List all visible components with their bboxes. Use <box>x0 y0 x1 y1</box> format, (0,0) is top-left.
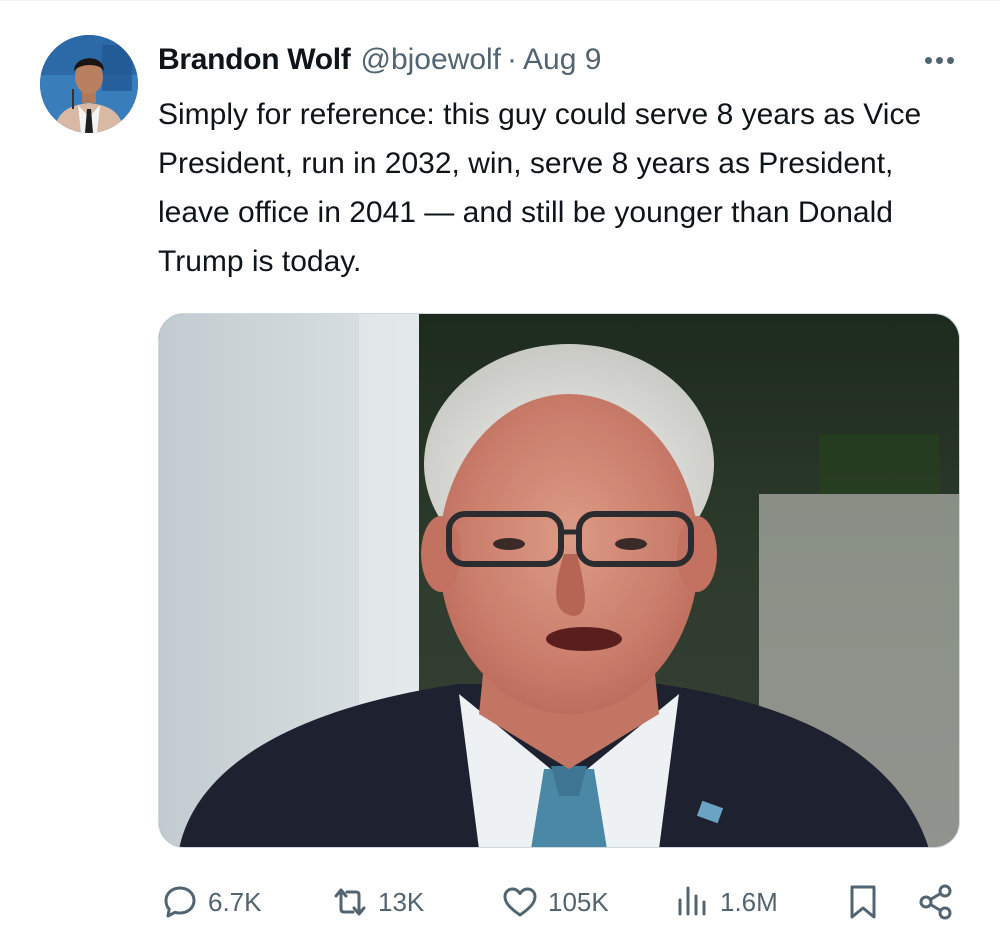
tweet-date[interactable]: Aug 9 <box>523 43 601 77</box>
more-icon[interactable] <box>916 44 962 76</box>
heart-icon <box>503 887 537 917</box>
repost-count: 13K <box>378 886 425 917</box>
more-dot <box>946 56 954 64</box>
like-count: 105K <box>548 886 609 917</box>
more-dot <box>935 56 943 64</box>
bookmark-icon <box>850 885 876 919</box>
reply-count: 6.7K <box>208 886 262 917</box>
share-icon <box>919 884 952 920</box>
reply-bubble-icon <box>164 886 196 918</box>
reply-button[interactable]: 6.7K <box>160 872 262 932</box>
more-dot <box>924 56 932 64</box>
avatar-photo <box>40 35 138 133</box>
bar-chart-icon <box>678 886 706 916</box>
tweet-text: Simply for reference: this guy could ser… <box>158 98 922 278</box>
tweet-header: Brandon Wolf @bjoewolf · Aug 9 <box>158 40 601 80</box>
share-button[interactable] <box>916 872 956 932</box>
like-button[interactable]: 105K <box>500 872 609 932</box>
tweet-actions: 6.7K 13K 105K 1.6M <box>0 872 1000 932</box>
bookmark-button[interactable] <box>843 872 883 932</box>
author-handle[interactable]: @bjoewolf <box>360 43 501 77</box>
author-avatar[interactable] <box>40 35 138 133</box>
separator-dot: · <box>507 43 518 76</box>
views-button[interactable]: 1.6M <box>672 872 778 932</box>
author-name[interactable]: Brandon Wolf <box>158 43 351 77</box>
tweet-media-image[interactable] <box>158 313 960 848</box>
repost-button[interactable]: 13K <box>330 872 424 932</box>
repost-arrows-icon <box>334 888 366 916</box>
media-photo <box>159 314 959 847</box>
tweet[interactable]: Brandon Wolf @bjoewolf · Aug 9 Simply fo… <box>0 0 1000 940</box>
views-count: 1.6M <box>720 886 778 917</box>
